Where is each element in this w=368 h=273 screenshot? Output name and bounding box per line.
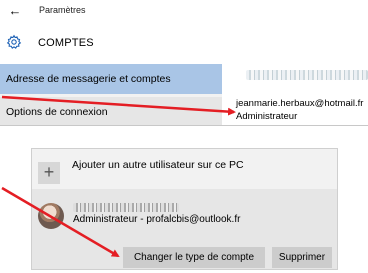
gear-icon xyxy=(6,34,22,49)
user-account-card[interactable]: Administrateur - profalcbis@outlook.fr C… xyxy=(32,189,337,269)
add-user-label: Ajouter un autre utilisateur sur ce PC xyxy=(72,159,244,171)
account-email: jeanmarie.herbaux@hotmail.fr xyxy=(236,98,364,109)
plus-icon[interactable]: + xyxy=(38,162,60,184)
app-title: Paramètres xyxy=(39,5,86,15)
delete-button[interactable]: Supprimer xyxy=(272,247,332,268)
change-account-type-button[interactable]: Changer le type de compte xyxy=(123,247,265,268)
other-users-panel: + Ajouter un autre utilisateur sur ce PC… xyxy=(31,148,338,270)
sidebar-item-sign-in-options[interactable]: Options de connexion xyxy=(0,97,222,125)
back-arrow-icon[interactable]: ← xyxy=(8,2,22,20)
sidebar: Adresse de messagerie et comptes Options… xyxy=(0,64,222,125)
sidebar-item-email-accounts[interactable]: Adresse de messagerie et comptes xyxy=(0,64,222,94)
section-title: COMPTES xyxy=(38,37,94,49)
add-user-row[interactable]: + Ajouter un autre utilisateur sur ce PC xyxy=(32,149,337,189)
title-bar: ← Paramètres xyxy=(0,0,368,24)
section-header: COMPTES xyxy=(0,30,368,58)
avatar xyxy=(38,203,64,229)
blurred-username xyxy=(73,203,179,212)
account-info: jeanmarie.herbaux@hotmail.fr Administrat… xyxy=(234,64,368,125)
account-role-email: Administrateur - profalcbis@outlook.fr xyxy=(73,214,241,225)
blurred-username xyxy=(246,70,368,80)
settings-window-snapshot: ← Paramètres COMPTES Adresse de messager… xyxy=(0,0,368,126)
account-role: Administrateur xyxy=(236,111,298,122)
